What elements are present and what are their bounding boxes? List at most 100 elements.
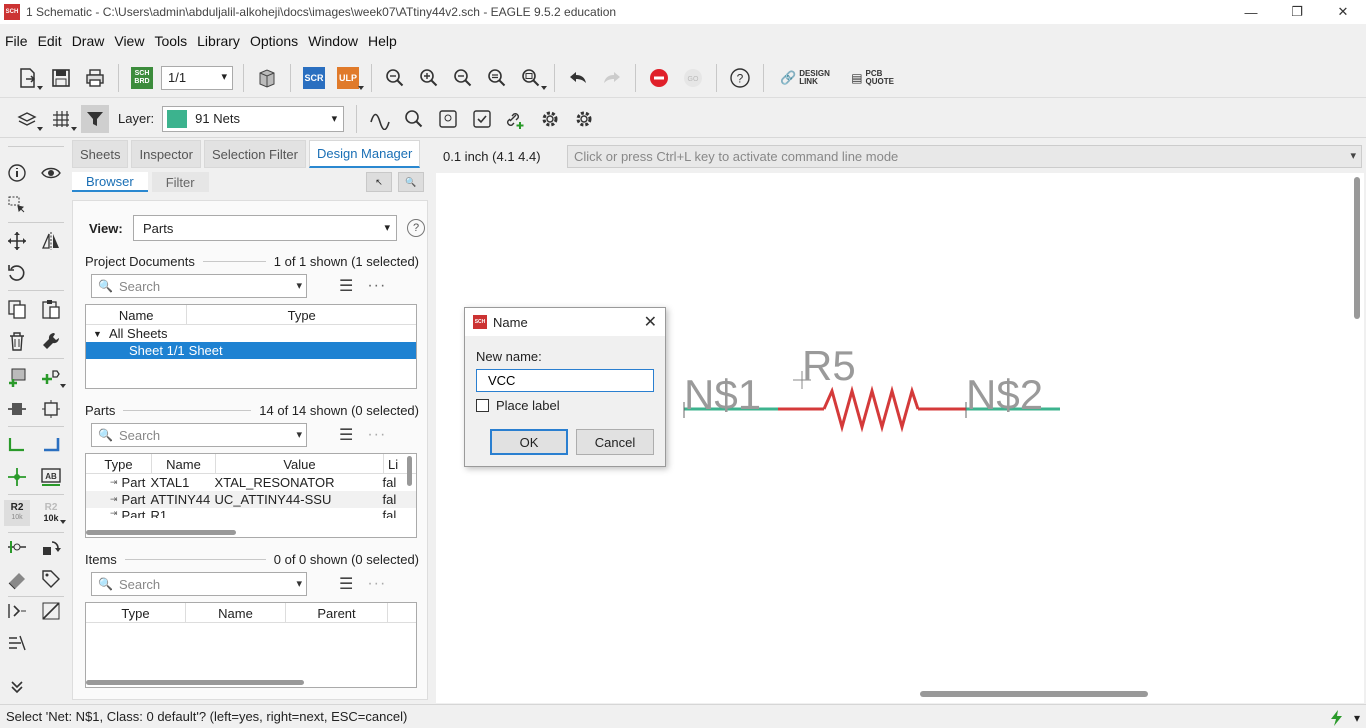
change-tool[interactable] <box>38 328 64 354</box>
close-icon[interactable]: ✕ <box>1320 0 1366 24</box>
part-check-button[interactable] <box>468 105 496 133</box>
replace-tool[interactable] <box>4 396 30 422</box>
parts-search-input[interactable]: 🔍 Search <box>91 423 307 447</box>
close-icon[interactable]: ✕ <box>644 312 657 332</box>
column-header-name[interactable]: Name <box>86 305 188 325</box>
canvas-vertical-scrollbar[interactable] <box>1354 177 1360 319</box>
delete-tool[interactable] <box>4 328 30 354</box>
settings-b-button[interactable] <box>570 105 598 133</box>
bus-tool[interactable] <box>38 432 64 458</box>
column-header-name[interactable]: Name <box>186 603 286 623</box>
ulp-button[interactable]: ULP <box>334 64 364 92</box>
script-button[interactable]: SCR <box>300 64 328 92</box>
zoom-mode-button[interactable]: 🔍 <box>398 172 424 192</box>
stop-button[interactable] <box>645 64 673 92</box>
table-row[interactable]: Sheet 1/1 Sheet <box>86 342 416 359</box>
junction-tool[interactable] <box>4 464 30 490</box>
menu-file[interactable]: File <box>5 33 28 49</box>
menu-window[interactable]: Window <box>308 33 358 49</box>
column-header-type[interactable]: Type <box>86 454 152 474</box>
add-link-button[interactable] <box>502 105 530 133</box>
tab-selection-filter[interactable]: Selection Filter <box>203 140 306 168</box>
add-pin-tool[interactable] <box>38 364 66 390</box>
menu-help[interactable]: Help <box>368 33 397 49</box>
table-row[interactable]: ⇥ Part ATTINY44 UC_ATTINY44-SSU fal <box>86 491 416 508</box>
sheet-select[interactable]: 1/1 <box>161 65 233 90</box>
filter-button[interactable] <box>81 104 109 133</box>
menu-edit[interactable]: Edit <box>38 33 62 49</box>
lightning-icon[interactable] <box>1328 709 1346 727</box>
split-tool[interactable] <box>4 534 30 560</box>
column-header-name[interactable]: Name <box>152 454 216 474</box>
grid-button[interactable] <box>47 105 77 133</box>
line-tool[interactable] <box>38 598 64 624</box>
tree-group-all-sheets[interactable]: ▼ All Sheets <box>86 325 416 342</box>
design-link-button[interactable]: 🔗 DESIGN LINK <box>780 69 831 86</box>
resistor-symbol[interactable] <box>822 385 920 433</box>
restore-icon[interactable]: ❐ <box>1274 0 1320 24</box>
layer-select[interactable]: 91 Nets <box>162 105 345 132</box>
go-button[interactable]: GO <box>679 64 707 92</box>
zoom-area-button[interactable] <box>400 105 428 133</box>
undo-button[interactable] <box>564 64 592 92</box>
cam-processor-button[interactable] <box>253 64 281 92</box>
label-tool[interactable]: AB <box>38 464 64 490</box>
net-tool[interactable] <box>4 432 30 458</box>
menu-tools[interactable]: Tools <box>154 33 187 49</box>
tab-sheets[interactable]: Sheets <box>72 140 129 168</box>
new-name-input[interactable] <box>476 369 654 392</box>
project-documents-search-input[interactable]: 🔍 Search <box>91 274 307 298</box>
value-tool[interactable]: R2 10k <box>38 500 66 526</box>
rotate-part-tool[interactable] <box>38 534 64 560</box>
gate-swap-tool[interactable] <box>38 396 64 422</box>
tab-inspector[interactable]: Inspector <box>131 140 201 168</box>
items-search-input[interactable]: 🔍 Search <box>91 572 307 596</box>
parts-horizontal-scrollbar[interactable] <box>86 530 236 535</box>
select-tool[interactable] <box>4 192 30 218</box>
subtab-filter[interactable]: Filter <box>151 172 209 192</box>
expand-tools-button[interactable] <box>4 674 30 700</box>
sch-brd-switch-button[interactable]: SCH BRD <box>128 64 156 92</box>
part-info-button[interactable] <box>434 105 462 133</box>
info-tool[interactable] <box>4 160 30 186</box>
show-tool[interactable] <box>38 160 64 186</box>
help-icon[interactable]: ? <box>407 219 425 237</box>
zoom-fit-button[interactable] <box>381 64 409 92</box>
select-mode-button[interactable]: ↖ <box>366 172 392 192</box>
menu-options[interactable]: Options <box>250 33 298 49</box>
attribute-tool[interactable] <box>38 566 64 592</box>
table-row[interactable]: ⇥ Part R1 fal <box>86 508 416 518</box>
place-label-checkbox[interactable]: Place label <box>476 398 560 413</box>
print-button[interactable] <box>81 64 109 92</box>
items-horizontal-scrollbar[interactable] <box>86 680 304 685</box>
mirror-tool[interactable] <box>38 228 64 254</box>
more-options-icon[interactable]: ··· <box>367 575 386 593</box>
add-part-tool[interactable] <box>4 364 30 390</box>
column-header-parent[interactable]: Parent <box>286 603 388 623</box>
layer-settings-button[interactable] <box>13 105 43 133</box>
settings-a-button[interactable] <box>536 105 564 133</box>
more-options-icon[interactable]: ··· <box>367 277 386 295</box>
move-tool[interactable] <box>4 228 30 254</box>
tab-design-manager[interactable]: Design Manager <box>308 140 421 168</box>
rotate-tool[interactable] <box>4 260 30 286</box>
minimize-icon[interactable]: — <box>1228 0 1274 24</box>
save-button[interactable] <box>47 64 75 92</box>
zoom-redraw-button[interactable] <box>483 64 511 92</box>
ok-button[interactable]: OK <box>490 429 568 455</box>
column-header-type[interactable]: Type <box>86 603 186 623</box>
menu-library[interactable]: Library <box>197 33 240 49</box>
cancel-button[interactable]: Cancel <box>576 429 654 455</box>
paste-tool[interactable] <box>38 296 64 322</box>
redo-button[interactable] <box>598 64 626 92</box>
wire-style-button[interactable] <box>366 105 394 133</box>
zoom-select-button[interactable] <box>517 64 547 92</box>
subtab-browser[interactable]: Browser <box>72 172 148 192</box>
command-line-input[interactable]: Click or press Ctrl+L key to activate co… <box>567 145 1362 168</box>
column-header-value[interactable]: Value <box>216 454 384 474</box>
more-options-icon[interactable]: ··· <box>367 426 386 444</box>
column-header-type[interactable]: Type <box>187 305 416 325</box>
zoom-in-button[interactable] <box>415 64 443 92</box>
list-view-icon[interactable]: ☰ <box>339 276 353 296</box>
status-dropdown-icon[interactable]: ▾ <box>1354 711 1360 725</box>
